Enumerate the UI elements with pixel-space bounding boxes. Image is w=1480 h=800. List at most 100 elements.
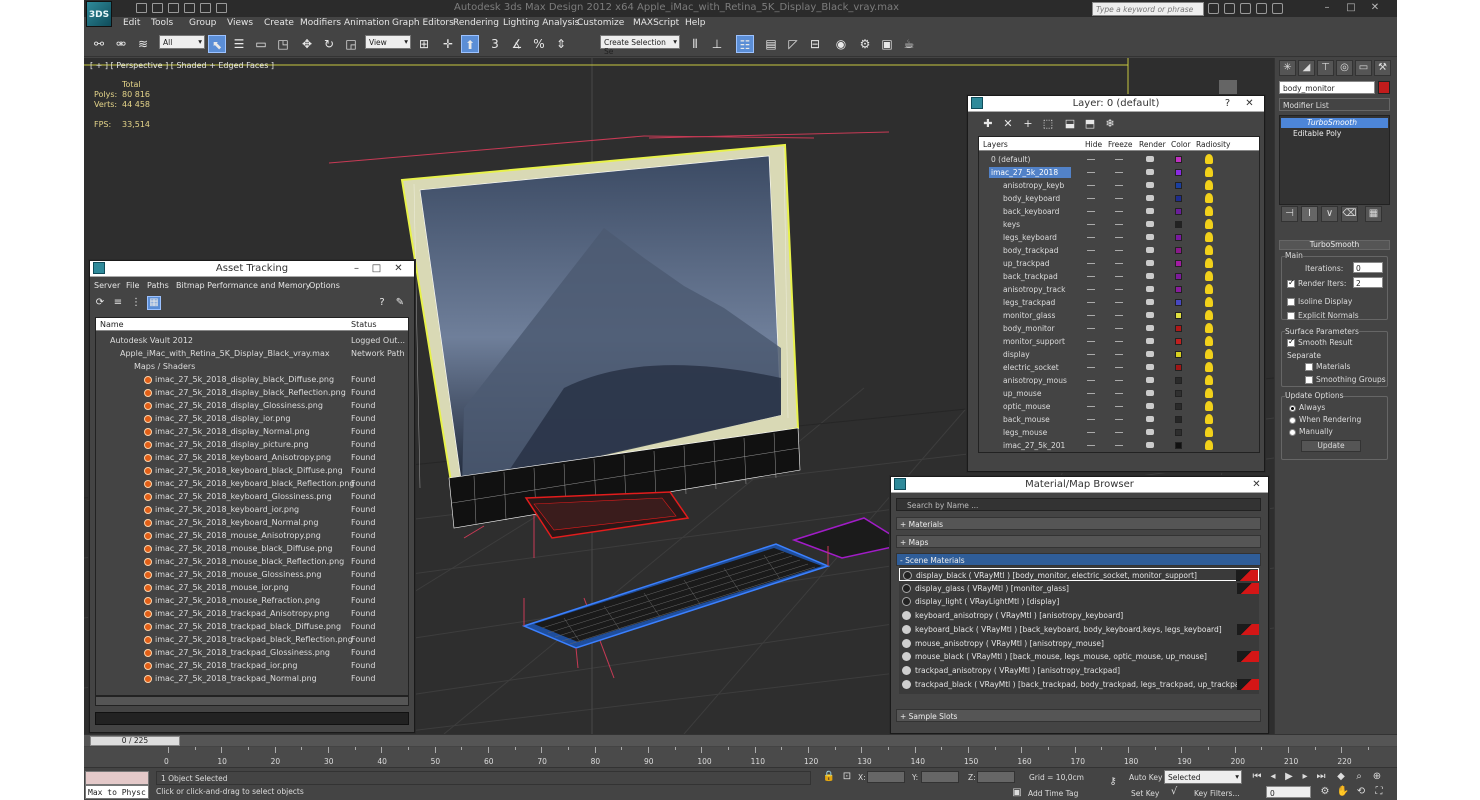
- render-teapot-icon[interactable]: [1146, 286, 1154, 292]
- hide-toggle[interactable]: [1087, 354, 1095, 355]
- menu-modifiers[interactable]: Modifiers: [300, 18, 341, 28]
- menu-graph-editors[interactable]: Graph Editors: [392, 18, 454, 28]
- radiosity-bulb-icon[interactable]: [1205, 414, 1213, 424]
- pan-view-icon[interactable]: ✋: [1336, 786, 1350, 798]
- layer-row[interactable]: 0 (default): [979, 153, 1259, 166]
- orbit-icon[interactable]: ⟲: [1354, 786, 1368, 798]
- curve-editor-icon[interactable]: ◸: [784, 35, 802, 53]
- asset-close-button[interactable]: ✕: [392, 262, 405, 275]
- layer-row[interactable]: anisotropy_mous: [979, 374, 1259, 387]
- detail-view-icon[interactable]: ⋮: [129, 296, 143, 310]
- asset-row[interactable]: imac_27_5k_2018_trackpad_Normal.png Found: [96, 672, 408, 685]
- freeze-toggle[interactable]: [1115, 185, 1123, 186]
- radiosity-bulb-icon[interactable]: [1205, 206, 1213, 216]
- unlink-icon[interactable]: ⚮: [112, 35, 130, 53]
- freeze-toggle[interactable]: [1115, 263, 1123, 264]
- asset-row[interactable]: Apple_iMac_with_Retina_5K_Display_Black_…: [96, 347, 408, 360]
- asset-row[interactable]: imac_27_5k_2018_trackpad_Glossiness.png F…: [96, 646, 408, 659]
- favorites-icon[interactable]: [1256, 3, 1267, 14]
- freeze-toggle[interactable]: [1115, 302, 1123, 303]
- asset-row[interactable]: Autodesk Vault 2012 Logged Out...: [96, 334, 408, 347]
- asset-row[interactable]: imac_27_5k_2018_display_ior.png Found: [96, 412, 408, 425]
- layer-row[interactable]: body_trackpad: [979, 244, 1259, 257]
- asset-row[interactable]: imac_27_5k_2018_mouse_Refraction.png Foun…: [96, 594, 408, 607]
- layer-row[interactable]: back_keyboard: [979, 205, 1259, 218]
- layer-row[interactable]: monitor_support: [979, 335, 1259, 348]
- asset-row[interactable]: imac_27_5k_2018_mouse_Glossiness.png Foun…: [96, 568, 408, 581]
- layer-row[interactable]: optic_mouse: [979, 400, 1259, 413]
- layer-row[interactable]: keys: [979, 218, 1259, 231]
- freeze-toggle[interactable]: [1115, 276, 1123, 277]
- layer-row[interactable]: anisotropy_track: [979, 283, 1259, 296]
- new-file-icon[interactable]: [136, 3, 147, 13]
- reference-coordinate-dropdown[interactable]: View: [365, 35, 411, 49]
- radiosity-bulb-icon[interactable]: [1205, 336, 1213, 346]
- app-logo[interactable]: 3DS: [86, 1, 112, 27]
- render-teapot-icon[interactable]: [1146, 403, 1154, 409]
- search-icon[interactable]: [1208, 3, 1219, 14]
- select-object-icon[interactable]: ⬉: [208, 35, 226, 53]
- link-icon[interactable]: ⚯: [90, 35, 108, 53]
- freeze-toggle[interactable]: [1115, 367, 1123, 368]
- rotate-icon[interactable]: ↻: [320, 35, 338, 53]
- render-production-icon[interactable]: ☕: [900, 35, 918, 53]
- zoom-icon[interactable]: ⌕: [1352, 771, 1366, 783]
- separate-smoothing-groups-checkbox[interactable]: Smoothing Groups: [1305, 375, 1386, 384]
- radiosity-bulb-icon[interactable]: [1205, 323, 1213, 333]
- scale-icon[interactable]: ◲: [342, 35, 360, 53]
- asset-row[interactable]: imac_27_5k_2018_keyboard_ior.png Found: [96, 503, 408, 516]
- freeze-toggle[interactable]: [1115, 224, 1123, 225]
- hide-toggle[interactable]: [1087, 159, 1095, 160]
- menu-group[interactable]: Group: [189, 18, 216, 28]
- render-teapot-icon[interactable]: [1146, 260, 1154, 266]
- render-teapot-icon[interactable]: [1146, 234, 1154, 240]
- layer-col-layers[interactable]: Layers: [983, 140, 1008, 149]
- z-coordinate-field[interactable]: [977, 771, 1015, 783]
- layer-manager-icon[interactable]: ☷: [736, 35, 754, 53]
- freeze-toggle[interactable]: [1115, 172, 1123, 173]
- layer-color-swatch[interactable]: [1175, 364, 1182, 371]
- radiosity-bulb-icon[interactable]: [1205, 401, 1213, 411]
- freeze-toggle[interactable]: [1115, 211, 1123, 212]
- selection-filter-dropdown[interactable]: All: [159, 35, 205, 49]
- freeze-toggle[interactable]: [1115, 432, 1123, 433]
- next-frame-icon[interactable]: ▸: [1298, 771, 1312, 783]
- layer-color-swatch[interactable]: [1175, 169, 1182, 176]
- render-setup-icon[interactable]: ⚙: [856, 35, 874, 53]
- asset-row[interactable]: imac_27_5k_2018_keyboard_black_Diffuse.p…: [96, 464, 408, 477]
- menu-tools[interactable]: Tools: [151, 18, 173, 28]
- layer-row[interactable]: monitor_glass: [979, 309, 1259, 322]
- menu-rendering[interactable]: Rendering: [453, 18, 499, 28]
- hide-toggle[interactable]: [1087, 302, 1095, 303]
- layer-color-swatch[interactable]: [1175, 442, 1182, 449]
- create-tab-icon[interactable]: ✳: [1279, 60, 1296, 76]
- percent-snap-icon[interactable]: %: [530, 35, 548, 53]
- time-tag-icon[interactable]: ▣: [1010, 787, 1024, 799]
- layer-color-swatch[interactable]: [1175, 312, 1182, 319]
- render-teapot-icon[interactable]: [1146, 273, 1154, 279]
- material-browser-close-button[interactable]: ✕: [1250, 478, 1263, 491]
- asset-row[interactable]: imac_27_5k_2018_display_black_Reflection…: [96, 386, 408, 399]
- hide-toggle[interactable]: [1087, 341, 1095, 342]
- menu-help[interactable]: Help: [685, 18, 706, 28]
- separate-materials-checkbox[interactable]: Materials: [1305, 362, 1350, 371]
- hide-toggle[interactable]: [1087, 393, 1095, 394]
- scene-material-item[interactable]: display_light ( VRayLightMtl ) [display]: [899, 595, 1259, 608]
- layer-color-swatch[interactable]: [1175, 234, 1182, 241]
- freeze-toggle[interactable]: [1115, 237, 1123, 238]
- layer-color-swatch[interactable]: [1175, 338, 1182, 345]
- layer-close-button[interactable]: ✕: [1243, 97, 1256, 110]
- material-editor-icon[interactable]: ◉: [832, 35, 850, 53]
- render-teapot-icon[interactable]: [1146, 364, 1154, 370]
- freeze-toggle[interactable]: [1115, 354, 1123, 355]
- radiosity-bulb-icon[interactable]: [1205, 349, 1213, 359]
- isoline-display-checkbox[interactable]: Isoline Display: [1287, 297, 1352, 306]
- layer-color-swatch[interactable]: [1175, 390, 1182, 397]
- hide-toggle[interactable]: [1087, 211, 1095, 212]
- selection-lock-icon[interactable]: 🔒: [822, 771, 836, 783]
- minimize-button[interactable]: –: [1320, 1, 1334, 14]
- hide-toggle[interactable]: [1087, 224, 1095, 225]
- layer-color-swatch[interactable]: [1175, 416, 1182, 423]
- freeze-toggle[interactable]: [1115, 328, 1123, 329]
- align-icon[interactable]: ⊥: [708, 35, 726, 53]
